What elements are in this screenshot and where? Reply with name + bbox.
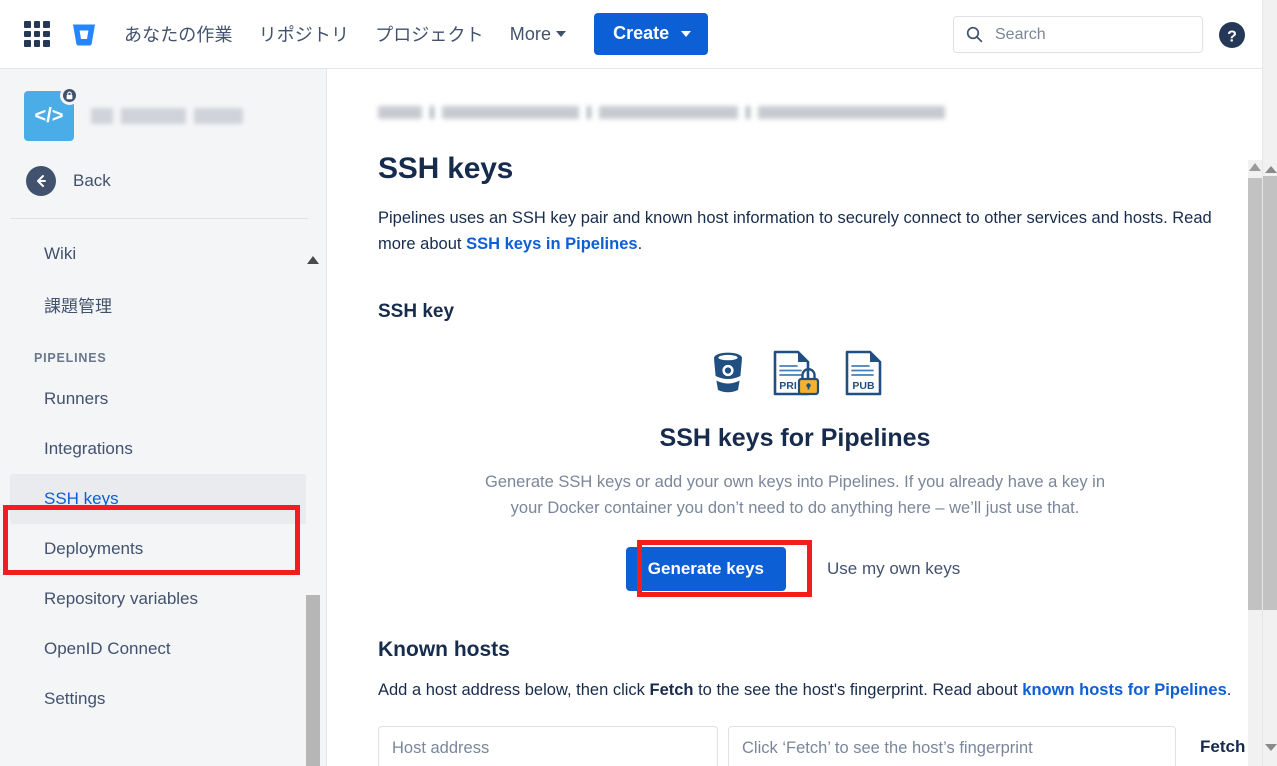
- svg-text:PUB: PUB: [852, 380, 875, 392]
- sidebar-nav-list: Wiki 課題管理 PIPELINES Runners Integrations…: [0, 219, 326, 724]
- code-brackets-icon: </>: [35, 105, 64, 128]
- known-hosts-form: Fetch: [378, 726, 1262, 766]
- search-input[interactable]: [993, 25, 1173, 45]
- top-navigation-bar: あなたの作業 リポジトリ プロジェクト More Create ?: [0, 0, 1277, 69]
- sidebar-item-wiki[interactable]: Wiki: [10, 229, 316, 279]
- ssh-keys-hero-title: SSH keys for Pipelines: [328, 424, 1262, 453]
- svg-text:PRI: PRI: [779, 380, 797, 392]
- bitbucket-bucket-icon: [707, 349, 749, 397]
- sidebar-item-integrations[interactable]: Integrations: [10, 424, 316, 474]
- use-my-own-keys-button[interactable]: Use my own keys: [823, 547, 964, 591]
- sidebar-item-label: Settings: [44, 689, 105, 709]
- arrow-left-icon: [26, 166, 56, 196]
- chevron-down-icon: [556, 31, 566, 37]
- bitbucket-logo-icon[interactable]: [70, 20, 98, 48]
- sidebar-item-label: SSH keys: [44, 489, 119, 509]
- sidebar-item-deployments[interactable]: Deployments: [10, 524, 316, 574]
- nav-link-projects-label: プロジェクト: [375, 25, 484, 45]
- fingerprint-input[interactable]: [728, 726, 1176, 766]
- back-button[interactable]: Back: [0, 141, 326, 196]
- svg-text:?: ?: [1227, 29, 1237, 46]
- repository-sidebar: </> Back Wiki 課題管理 PIPEL: [0, 69, 327, 766]
- ssh-keys-in-pipelines-link[interactable]: SSH keys in Pipelines: [466, 235, 638, 253]
- grid-apps-icon[interactable]: [24, 21, 50, 47]
- ssh-keys-hero-subtitle: Generate SSH keys or add your own keys i…: [470, 470, 1120, 521]
- search-icon: [966, 26, 983, 43]
- ssh-key-illustration: PRI PUB: [328, 349, 1262, 397]
- breadcrumb[interactable]: [378, 106, 945, 119]
- private-key-document-icon: PRI: [771, 349, 821, 397]
- host-address-input[interactable]: [378, 726, 718, 766]
- lock-icon: [60, 86, 79, 105]
- generate-keys-button[interactable]: Generate keys: [626, 547, 786, 591]
- nav-link-more[interactable]: More: [510, 24, 566, 45]
- back-button-label: Back: [73, 171, 111, 191]
- sidebar-scrollbar-thumb[interactable]: [306, 595, 320, 766]
- repository-header[interactable]: </>: [0, 69, 326, 141]
- nav-link-repositories[interactable]: リポジトリ: [259, 21, 350, 47]
- sidebar-item-label: Deployments: [44, 539, 143, 559]
- content-scrollbar-thumb[interactable]: [1248, 178, 1262, 610]
- repository-name-redacted: [91, 108, 243, 124]
- known-hosts-text-3: .: [1227, 681, 1232, 699]
- search-box[interactable]: [953, 16, 1203, 53]
- nav-link-your-work[interactable]: あなたの作業: [124, 21, 233, 47]
- ssh-key-section-title: SSH key: [378, 301, 1262, 323]
- nav-link-projects[interactable]: プロジェクト: [375, 21, 484, 47]
- page-description: Pipelines uses an SSH key pair and known…: [378, 206, 1244, 257]
- window-scrollbar-thumb[interactable]: [1263, 176, 1277, 610]
- known-hosts-text-1: Add a host address below, then click: [378, 681, 650, 699]
- sidebar-item-label: 課題管理: [44, 292, 112, 317]
- sidebar-item-settings[interactable]: Settings: [10, 674, 316, 724]
- sidebar-item-ssh-keys[interactable]: SSH keys: [10, 474, 316, 524]
- fetch-button[interactable]: Fetch: [1186, 726, 1251, 766]
- sidebar-item-label: Runners: [44, 389, 108, 409]
- sidebar-item-issues[interactable]: 課題管理: [10, 279, 316, 329]
- sidebar-item-label: OpenID Connect: [44, 639, 171, 659]
- help-icon[interactable]: ?: [1218, 21, 1246, 54]
- sidebar-item-repository-variables[interactable]: Repository variables: [10, 574, 316, 624]
- window-scroll-down-arrow-icon[interactable]: [1265, 744, 1277, 751]
- known-hosts-fetch-emphasis: Fetch: [650, 681, 694, 699]
- sidebar-scroll-up-arrow-icon[interactable]: [307, 256, 319, 264]
- sidebar-item-label: Wiki: [44, 244, 76, 264]
- known-hosts-description: Add a host address below, then click Fet…: [378, 681, 1258, 700]
- ssh-keys-actions: Generate keys Use my own keys: [328, 547, 1262, 591]
- known-hosts-text-2: to the see the host's fingerprint. Read …: [694, 681, 1023, 699]
- content-scroll-up-arrow-icon[interactable]: [1249, 163, 1261, 171]
- chevron-down-icon: [681, 31, 691, 37]
- sidebar-item-label: Repository variables: [44, 589, 198, 609]
- nav-link-your-work-label: あなたの作業: [124, 25, 233, 45]
- create-button-label: Create: [613, 23, 669, 44]
- main-content: SSH keys Pipelines uses an SSH key pair …: [328, 69, 1262, 766]
- known-hosts-title: Known hosts: [378, 638, 1262, 662]
- sidebar-item-openid-connect[interactable]: OpenID Connect: [10, 624, 316, 674]
- sidebar-item-label: Integrations: [44, 439, 133, 459]
- nav-link-more-label: More: [510, 24, 551, 45]
- page-description-text-2: .: [638, 235, 643, 253]
- repository-avatar: </>: [24, 91, 74, 141]
- sidebar-group-pipelines: PIPELINES: [0, 329, 326, 374]
- nav-link-repositories-label: リポジトリ: [259, 25, 350, 45]
- public-key-document-icon: PUB: [843, 349, 883, 397]
- sidebar-item-runners[interactable]: Runners: [10, 374, 316, 424]
- known-hosts-for-pipelines-link[interactable]: known hosts for Pipelines: [1022, 681, 1226, 699]
- page-title: SSH keys: [378, 152, 1262, 186]
- create-button[interactable]: Create: [594, 13, 708, 55]
- window-scroll-up-arrow-icon[interactable]: [1265, 166, 1277, 173]
